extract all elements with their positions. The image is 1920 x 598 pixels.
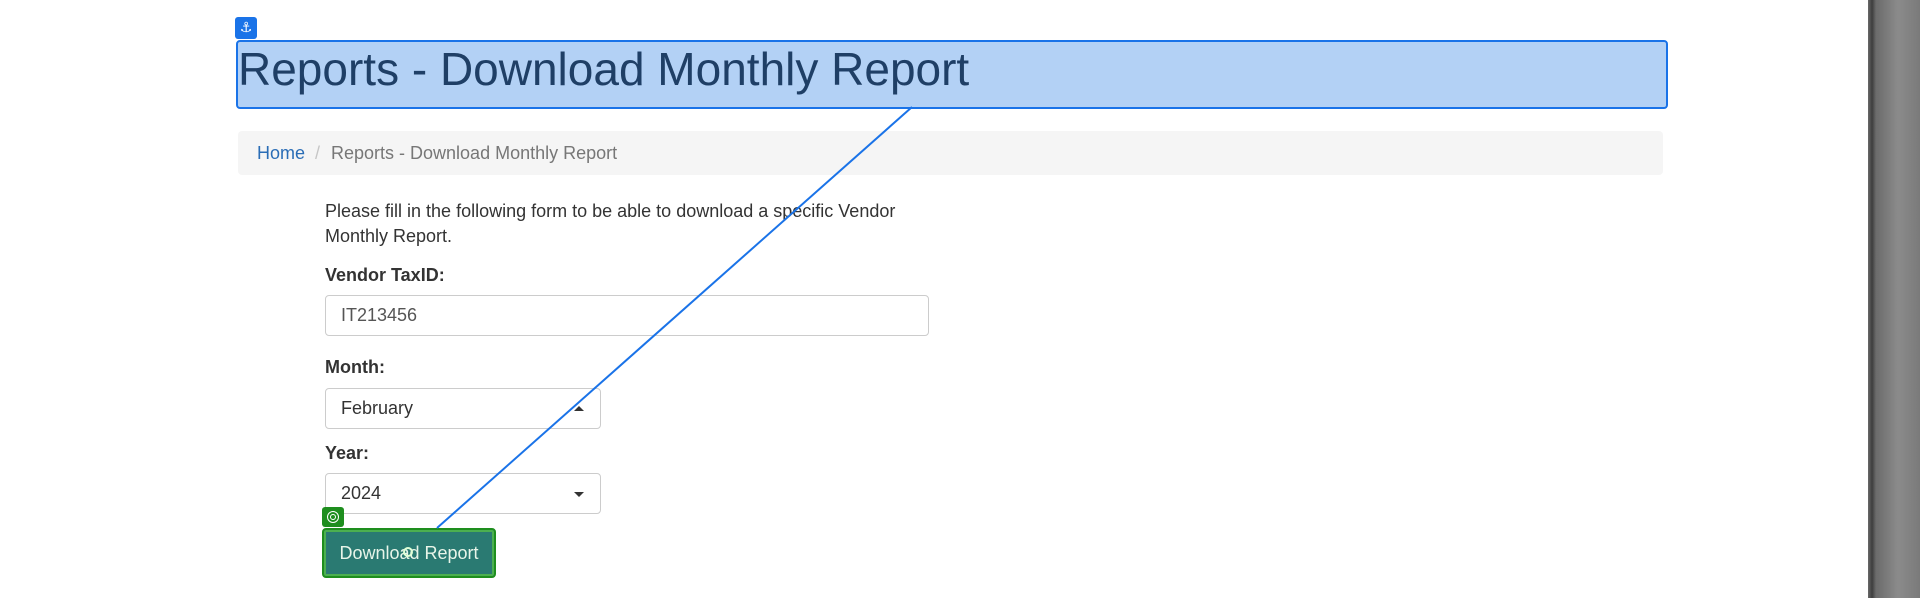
vendor-taxid-input[interactable] — [325, 295, 929, 336]
breadcrumb-home-link[interactable]: Home — [257, 131, 305, 175]
anchor-icon: ⚓ — [235, 17, 257, 39]
year-select[interactable]: 2024 — [325, 473, 601, 514]
caret-up-icon — [574, 406, 584, 411]
download-report-button[interactable]: Download Report — [322, 528, 496, 578]
breadcrumb-separator: / — [315, 143, 321, 163]
caret-down-icon — [574, 492, 584, 497]
breadcrumb: Home / Reports - Download Monthly Report — [238, 131, 1663, 175]
year-label: Year: — [325, 443, 370, 463]
page: ⚓ Reports - Download Monthly Report Home… — [0, 0, 1920, 598]
target-icon — [322, 507, 344, 527]
month-select[interactable]: February — [325, 388, 601, 429]
month-select-value: February — [341, 398, 414, 418]
window-frame-edge — [1868, 0, 1920, 598]
year-select-value: 2024 — [341, 483, 382, 503]
vendor-taxid-label: Vendor TaxID: — [325, 265, 445, 285]
breadcrumb-current: Reports - Download Monthly Report — [331, 143, 618, 163]
page-title: Reports - Download Monthly Report — [238, 43, 970, 95]
month-label: Month: — [325, 357, 385, 377]
form-intro-text: Please fill in the following form to be … — [325, 201, 896, 246]
